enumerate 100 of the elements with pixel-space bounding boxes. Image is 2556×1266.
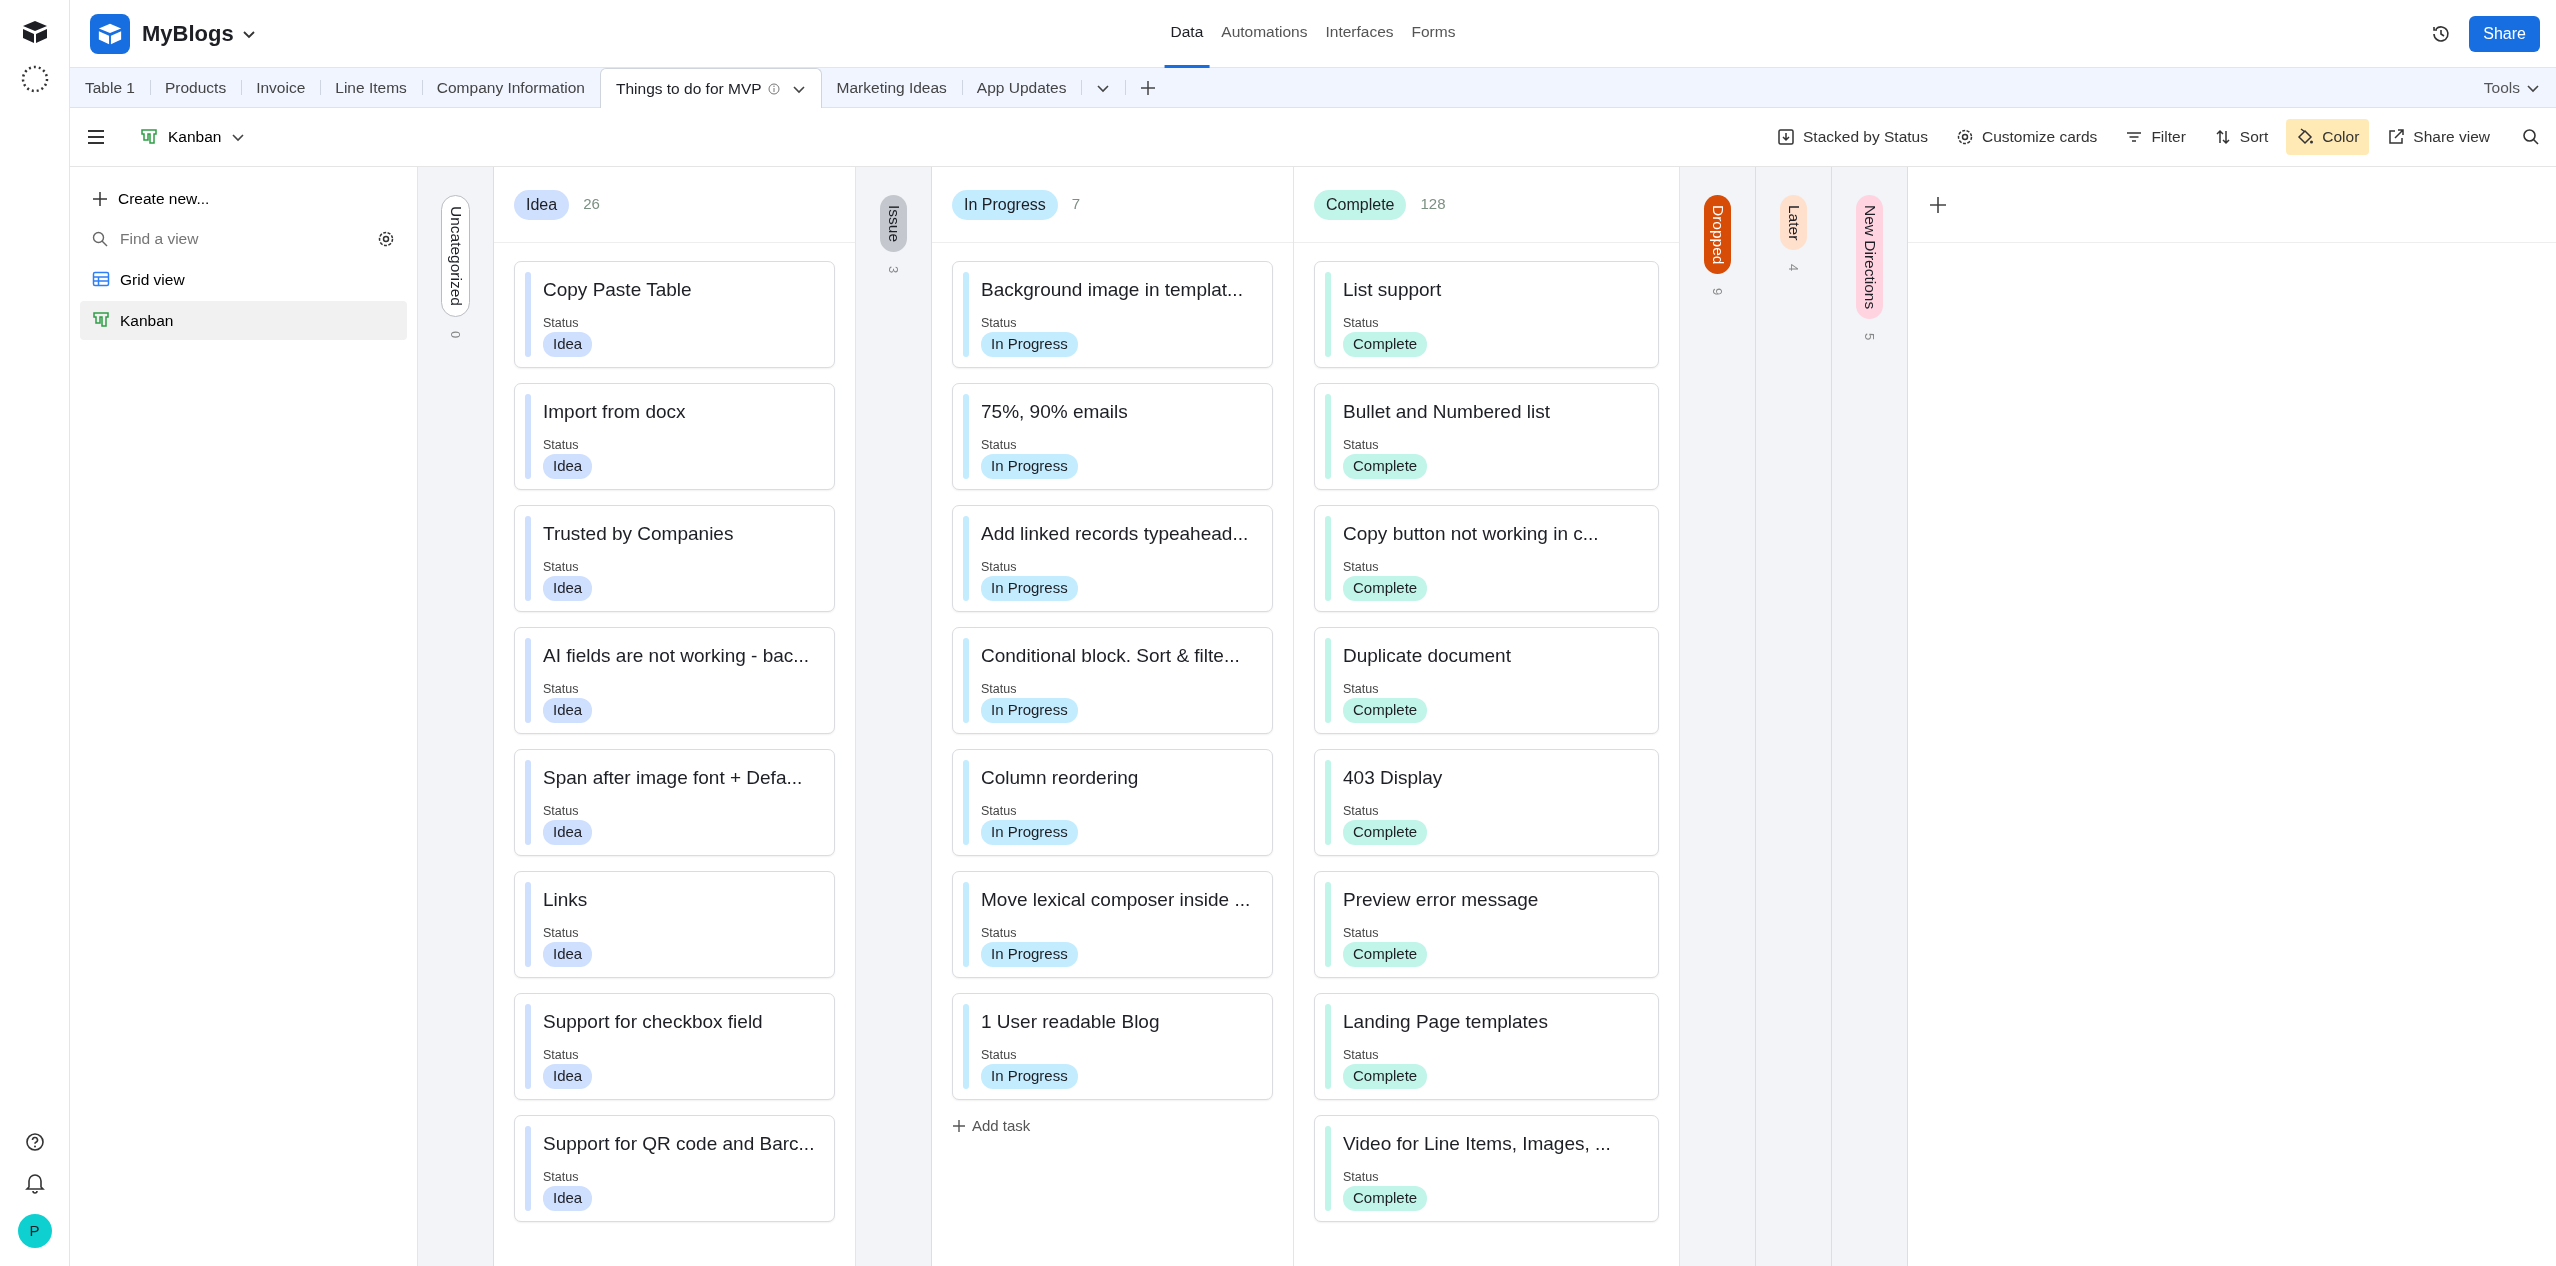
loading-icon: [19, 64, 50, 94]
card-title: Background image in templat...: [981, 278, 1243, 302]
search-icon[interactable]: [2522, 128, 2540, 146]
card-title: Copy Paste Table: [543, 278, 692, 302]
status-tag: Complete: [1343, 1064, 1428, 1089]
column-label[interactable]: Issue: [880, 195, 907, 253]
task-card[interactable]: 75%, 90% emails Status In Progress: [952, 383, 1273, 490]
card-title: Support for checkbox field: [543, 1010, 763, 1034]
menu-icon[interactable]: [86, 129, 106, 145]
status-tag: Complete: [1343, 576, 1428, 601]
task-card[interactable]: 403 Display Status Complete: [1314, 749, 1659, 856]
help-icon[interactable]: [24, 1132, 45, 1152]
card-title: Copy button not working in c...: [1343, 522, 1599, 546]
card-title: Duplicate document: [1343, 644, 1511, 668]
column-label[interactable]: Uncategorized: [441, 195, 470, 317]
plus-icon: [1928, 194, 1948, 215]
toolbar-button[interactable]: Customize cards: [1945, 119, 2108, 155]
card-title: 403 Display: [1343, 766, 1443, 790]
nav-tab[interactable]: Forms: [1405, 0, 1462, 68]
task-card[interactable]: 1 User readable Blog Status In Progress: [952, 993, 1273, 1100]
add-task-button[interactable]: Add task: [952, 1115, 1031, 1138]
column-label[interactable]: Idea: [514, 189, 570, 220]
table-tab[interactable]: Invoice: [241, 68, 321, 107]
task-card[interactable]: Conditional block. Sort & filte... Status In Progress: [952, 627, 1273, 734]
task-card[interactable]: Preview error message Status Complete: [1314, 871, 1659, 978]
status-tag: Complete: [1343, 332, 1428, 357]
gear-icon[interactable]: [377, 229, 395, 248]
base-name[interactable]: MyBlogs: [142, 17, 234, 50]
task-card[interactable]: Landing Page templates Status Complete: [1314, 993, 1659, 1100]
nav-tab[interactable]: Automations: [1215, 0, 1314, 68]
card-title: AI fields are not working - bac...: [543, 644, 810, 668]
share-button[interactable]: Share: [2469, 15, 2540, 52]
base-logo-icon: [90, 13, 130, 54]
user-avatar[interactable]: P: [17, 1214, 52, 1248]
field-label: Status: [543, 558, 580, 576]
toolbar-button[interactable]: Sort: [2203, 119, 2279, 155]
view-item[interactable]: Kanban: [80, 300, 407, 340]
task-card[interactable]: Column reordering Status In Progress: [952, 749, 1273, 856]
card-title: Add linked records typeahead...: [981, 522, 1249, 546]
column-label[interactable]: Dropped: [1704, 195, 1731, 275]
status-tag: Idea: [543, 1064, 593, 1089]
table-tab[interactable]: Things to do for MVP: [600, 68, 822, 108]
task-card[interactable]: Trusted by Companies Status Idea: [514, 505, 835, 612]
bell-icon[interactable]: [24, 1172, 45, 1194]
view-switcher[interactable]: Kanban: [134, 124, 252, 150]
table-tab[interactable]: Products: [150, 68, 242, 107]
task-card[interactable]: Support for QR code and Barc... Status Idea: [514, 1115, 835, 1222]
toolbar-button[interactable]: Stacked by Status: [1767, 119, 1938, 155]
card-title: Video for Line Items, Images, ...: [1343, 1132, 1611, 1156]
status-tag: Complete: [1343, 698, 1428, 723]
column-label[interactable]: New Directions: [1856, 195, 1883, 320]
nav-tab[interactable]: Interfaces: [1319, 0, 1400, 68]
table-tab[interactable]: App Updates: [961, 68, 1082, 107]
status-tag: Idea: [543, 698, 593, 723]
card-title: Trusted by Companies: [543, 522, 734, 546]
task-card[interactable]: Bullet and Numbered list Status Complete: [1314, 383, 1659, 490]
status-tag: In Progress: [981, 332, 1078, 357]
column-label[interactable]: Complete: [1314, 189, 1407, 220]
column-count: 26: [583, 194, 600, 215]
table-tab[interactable]: Marketing Ideas: [821, 68, 962, 107]
status-tag: In Progress: [981, 698, 1078, 723]
view-item[interactable]: Grid view: [80, 259, 407, 299]
card-title: Preview error message: [1343, 888, 1539, 912]
task-card[interactable]: Add linked records typeahead... Status In Progress: [952, 505, 1273, 612]
task-card[interactable]: List support Status Complete: [1314, 261, 1659, 368]
task-card[interactable]: Move lexical composer inside ... Status In Progress: [952, 871, 1273, 978]
task-card[interactable]: Span after image font + Defa... Status Idea: [514, 749, 835, 856]
status-tag: Idea: [543, 332, 593, 357]
field-label: Status: [1343, 924, 1380, 942]
field-label: Status: [981, 436, 1018, 454]
task-card[interactable]: Background image in templat... Status In Progress: [952, 261, 1273, 368]
task-card[interactable]: Duplicate document Status Complete: [1314, 627, 1659, 734]
toolbar-button[interactable]: Filter: [2115, 119, 2196, 155]
toolbar-button[interactable]: Color: [2286, 119, 2370, 155]
status-tag: In Progress: [981, 576, 1078, 601]
kanban-icon: [92, 311, 110, 330]
task-card[interactable]: Copy button not working in c... Status Complete: [1314, 505, 1659, 612]
table-tab[interactable]: Table 1: [70, 68, 150, 107]
tools-menu[interactable]: Tools: [2467, 68, 2556, 107]
search-field[interactable]: Find a view: [118, 226, 367, 252]
task-card[interactable]: Links Status Idea: [514, 871, 835, 978]
table-tab[interactable]: Line Items: [320, 68, 422, 107]
column-count: 5: [1861, 333, 1879, 341]
create-new-button[interactable]: Create new...: [80, 179, 407, 219]
column-label[interactable]: Later: [1780, 195, 1807, 251]
task-card[interactable]: Video for Line Items, Images, ... Status Complete: [1314, 1115, 1659, 1222]
history-icon[interactable]: [2431, 23, 2452, 44]
toolbar-button[interactable]: Share view: [2377, 119, 2500, 155]
table-tab[interactable]: Company Information: [421, 68, 600, 107]
logo-icon[interactable]: [20, 20, 49, 44]
field-label: Status: [981, 558, 1018, 576]
column-label[interactable]: In Progress: [952, 189, 1058, 220]
task-card[interactable]: Import from docx Status Idea: [514, 383, 835, 490]
task-card[interactable]: Support for checkbox field Status Idea: [514, 993, 835, 1100]
status-tag: Idea: [543, 1186, 593, 1211]
search-icon: [92, 230, 108, 247]
card-title: Links: [543, 888, 589, 912]
field-label: Status: [543, 1046, 580, 1064]
task-card[interactable]: AI fields are not working - bac... Status Idea: [514, 627, 835, 734]
task-card[interactable]: Copy Paste Table Status Idea: [514, 261, 835, 368]
